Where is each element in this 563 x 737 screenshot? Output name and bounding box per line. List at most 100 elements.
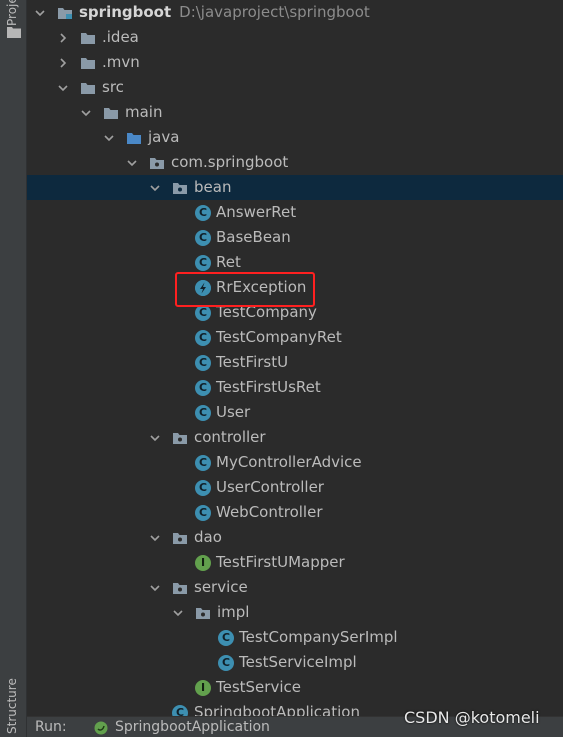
tree-row-basebean[interactable]: C BaseBean	[27, 225, 563, 250]
tree-label: src	[102, 78, 124, 96]
tree-label: service	[194, 578, 248, 596]
class-icon: C	[195, 505, 211, 521]
package-icon	[196, 608, 210, 619]
tree-label: com.springboot	[171, 153, 289, 171]
chevron-right-icon[interactable]	[56, 25, 70, 50]
structure-tool-tab[interactable]: Structure	[5, 676, 19, 734]
tree-row-controller[interactable]: controller	[27, 425, 563, 450]
interface-icon: I	[195, 555, 211, 571]
project-tree: springboot D:\javaproject\springboot .ide…	[27, 0, 563, 716]
class-icon: C	[195, 330, 211, 346]
class-icon: C	[195, 205, 211, 221]
tree-row-mycontrolleradvice[interactable]: C MyControllerAdvice	[27, 450, 563, 475]
chevron-down-icon[interactable]	[148, 575, 162, 600]
class-icon: C	[195, 305, 211, 321]
class-icon: C	[195, 355, 211, 371]
chevron-down-icon[interactable]	[102, 125, 116, 150]
module-folder-icon	[58, 8, 72, 19]
tree-label: AnswerRet	[216, 203, 297, 221]
class-icon: C	[195, 230, 211, 246]
chevron-down-icon[interactable]	[148, 525, 162, 550]
tree-label: bean	[194, 178, 232, 196]
tree-row-webcontroller[interactable]: C WebController	[27, 500, 563, 525]
tree-row-impl[interactable]: impl	[27, 600, 563, 625]
package-icon	[150, 158, 164, 169]
package-icon	[173, 183, 187, 194]
tree-label: SpringbootApplication	[194, 703, 360, 716]
tree-row-mvn[interactable]: .mvn	[27, 50, 563, 75]
class-icon: C	[195, 255, 211, 271]
tree-row-testfirstusret[interactable]: C TestFirstUsRet	[27, 375, 563, 400]
tree-label: java	[148, 128, 180, 146]
run-label: Run:	[35, 719, 67, 735]
chevron-down-icon[interactable]	[171, 600, 185, 625]
source-folder-icon	[127, 133, 141, 144]
package-icon	[173, 433, 187, 444]
tree-label: controller	[194, 428, 266, 446]
class-icon: C	[172, 705, 188, 716]
package-icon	[173, 533, 187, 544]
highlight-box	[175, 272, 315, 307]
class-icon: C	[195, 455, 211, 471]
tree-row-user[interactable]: C User	[27, 400, 563, 425]
tree-row-testcompanyret[interactable]: C TestCompanyRet	[27, 325, 563, 350]
tree-row-answerret[interactable]: C AnswerRet	[27, 200, 563, 225]
interface-icon: I	[195, 680, 211, 696]
tree-label: TestFirstUsRet	[216, 378, 321, 396]
tree-label: WebController	[216, 503, 323, 521]
tree-label: BaseBean	[216, 228, 291, 246]
tree-label: main	[125, 103, 163, 121]
class-icon: C	[195, 405, 211, 421]
tree-label: UserController	[216, 478, 324, 496]
tree-label: TestService	[216, 678, 301, 696]
tree-label: impl	[217, 603, 250, 621]
chevron-down-icon[interactable]	[148, 175, 162, 200]
run-configuration-tab[interactable]: SpringbootApplication	[115, 719, 270, 735]
left-tool-stripe: Project Structure	[0, 0, 27, 737]
tree-label: .mvn	[102, 53, 140, 71]
tree-row-testservice[interactable]: I TestService	[27, 675, 563, 700]
tree-row-springboot[interactable]: springboot D:\javaproject\springboot	[27, 0, 563, 25]
tree-row-testfirstu[interactable]: C TestFirstU	[27, 350, 563, 375]
tree-row-idea[interactable]: .idea	[27, 25, 563, 50]
project-tool-tab[interactable]: Project	[5, 0, 19, 26]
tree-label: springboot	[79, 3, 172, 21]
project-folder-icon[interactable]	[7, 26, 21, 38]
tree-row-testfirstumapper[interactable]: I TestFirstUMapper	[27, 550, 563, 575]
chevron-down-icon[interactable]	[33, 0, 47, 25]
tree-label: TestFirstU	[216, 353, 289, 371]
tree-row-main[interactable]: main	[27, 100, 563, 125]
project-path: D:\javaproject\springboot	[179, 3, 370, 21]
tree-label: TestCompanyRet	[216, 328, 342, 346]
watermark: CSDN @kotomeli	[404, 708, 540, 727]
tree-label: .idea	[102, 28, 139, 46]
folder-icon	[104, 108, 118, 119]
tree-label: TestFirstUMapper	[216, 553, 345, 571]
tree-row-usercontroller[interactable]: C UserController	[27, 475, 563, 500]
spring-boot-run-icon	[94, 721, 108, 735]
folder-icon	[81, 33, 95, 44]
class-icon: C	[218, 630, 234, 646]
class-icon: C	[195, 480, 211, 496]
chevron-down-icon[interactable]	[56, 75, 70, 100]
chevron-right-icon[interactable]	[56, 50, 70, 75]
tree-label: TestCompanySerImpl	[239, 628, 398, 646]
chevron-down-icon[interactable]	[148, 425, 162, 450]
tree-row-testserviceimpl[interactable]: C TestServiceImpl	[27, 650, 563, 675]
tree-label: TestServiceImpl	[239, 653, 357, 671]
tree-row-java[interactable]: java	[27, 125, 563, 150]
folder-icon	[81, 83, 95, 94]
chevron-down-icon[interactable]	[125, 150, 139, 175]
tree-label: MyControllerAdvice	[216, 453, 362, 471]
package-icon	[173, 583, 187, 594]
tree-label: User	[216, 403, 251, 421]
tree-row-com-springboot[interactable]: com.springboot	[27, 150, 563, 175]
chevron-down-icon[interactable]	[79, 100, 93, 125]
tree-row-service[interactable]: service	[27, 575, 563, 600]
tree-row-src[interactable]: src	[27, 75, 563, 100]
tree-row-bean[interactable]: bean	[27, 175, 563, 200]
tree-row-testcompanyserimpl[interactable]: C TestCompanySerImpl	[27, 625, 563, 650]
tree-row-dao[interactable]: dao	[27, 525, 563, 550]
class-icon: C	[218, 655, 234, 671]
tree-label: dao	[194, 528, 222, 546]
